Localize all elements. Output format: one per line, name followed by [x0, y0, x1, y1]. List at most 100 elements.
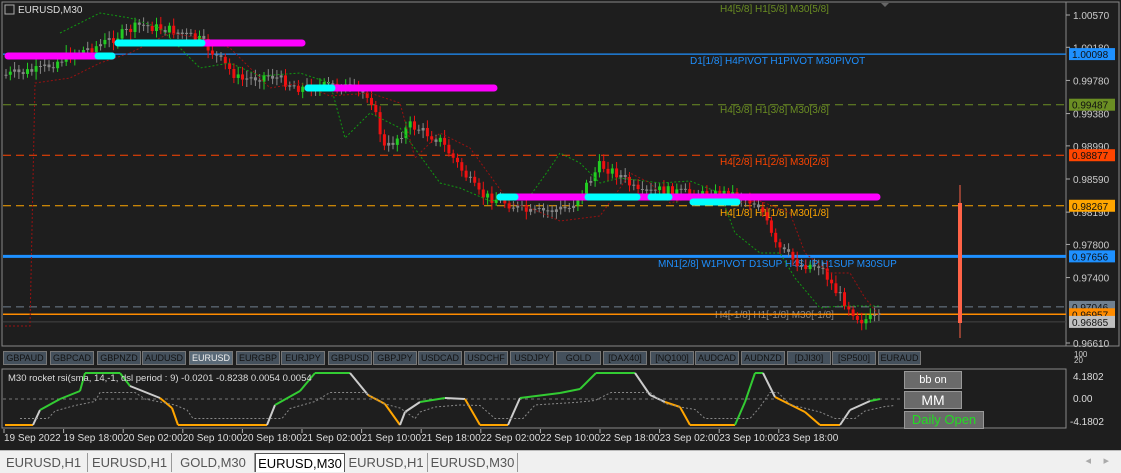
symbol-button-gbpjpy[interactable]: GBPJPY	[373, 351, 417, 365]
candle-body	[215, 54, 219, 56]
candle-body	[34, 66, 38, 72]
candle-body	[481, 189, 485, 198]
symbol-button-usdjpy[interactable]: USDJPY	[510, 351, 554, 365]
candle-body	[107, 38, 111, 40]
candle-body	[563, 206, 567, 209]
candle-body	[597, 161, 601, 173]
candle-body	[236, 74, 240, 78]
shift-marker-icon[interactable]	[881, 3, 889, 7]
chart-tab[interactable]: EURUSD,H1	[345, 453, 428, 472]
candle-body	[258, 80, 262, 82]
candle-body	[391, 142, 395, 145]
chart-tab[interactable]: EURUSD,M30	[428, 453, 518, 472]
symbol-button-eurusd[interactable]: EURUSD	[189, 351, 233, 365]
candle-body	[658, 186, 662, 191]
price-tick: 0.97800	[1073, 240, 1110, 251]
symbol-button-gold[interactable]: GOLD	[556, 351, 601, 365]
candle-body	[486, 193, 490, 198]
candle-body	[374, 104, 378, 113]
time-tick: 22 Sep 10:00	[540, 433, 600, 444]
ma-line-red	[5, 32, 881, 327]
symbol-button-gbpusd[interactable]: GBPUSD	[328, 351, 372, 365]
level-label: D1[1/8] H4PIVOT H1PIVOT M30PIVOT	[690, 56, 865, 67]
symbol-button-audcad[interactable]: AUDCAD	[695, 351, 739, 365]
candle-body	[387, 142, 391, 146]
candle-body	[425, 127, 429, 137]
candle-body	[219, 55, 223, 57]
chart-dropdown-icon[interactable]	[4, 4, 15, 15]
symbol-button-gbpaud[interactable]: GBPAUD	[3, 351, 47, 365]
ind-axis-mid: 0.00	[1073, 394, 1093, 405]
candle-body	[185, 32, 189, 34]
scroll-left-icon[interactable]: ◂	[1085, 454, 1091, 467]
symbol-button-audusd[interactable]: AUDUSD	[142, 351, 186, 365]
candle-body	[765, 212, 769, 221]
candle-body	[447, 144, 451, 154]
candle-body	[567, 208, 571, 210]
candle-body	[511, 207, 515, 209]
mm-button[interactable]: MM	[904, 391, 962, 409]
price-badge-text: 0.99487	[1072, 101, 1109, 112]
symbol-button-gbpcad[interactable]: GBPCAD	[50, 351, 94, 365]
candle-body	[146, 25, 150, 27]
chart-tab[interactable]: GOLD,M30	[172, 453, 255, 472]
candle-body	[43, 64, 47, 67]
price-tick: 0.96610	[1073, 339, 1110, 350]
candle-body	[133, 22, 137, 33]
candle-body	[47, 64, 51, 68]
candle-body	[873, 314, 877, 316]
candle-body	[60, 61, 64, 63]
candle-body	[438, 137, 442, 142]
candle-body	[795, 259, 799, 267]
scroll-right-icon[interactable]: ▸	[1103, 454, 1109, 467]
symbol-button-dji30[interactable]: [DJI30]	[787, 351, 831, 365]
symbol-button-euraud[interactable]: EURAUD	[878, 351, 921, 365]
candle-body	[150, 26, 154, 31]
candle-body	[679, 188, 683, 190]
bb-on-button[interactable]: bb on	[904, 371, 962, 389]
symbol-button-eurgbp[interactable]: EURGBP	[236, 351, 280, 365]
chart-window: H4[5/8] H1[5/8] M30[5/8] D1[1/8] H4PIVOT …	[0, 0, 1121, 450]
candle-body	[550, 210, 554, 212]
symbol-button-sp500[interactable]: [SP500]	[832, 351, 876, 365]
chart-tab[interactable]: EURUSD,H1	[0, 453, 88, 472]
symbol-button-usdchf[interactable]: USDCHF	[464, 351, 508, 365]
candle-body	[666, 186, 670, 195]
candle-body	[202, 35, 206, 39]
candle-body	[8, 71, 12, 75]
candle-body	[38, 66, 42, 68]
candle-body	[628, 176, 631, 186]
candle-body	[653, 189, 657, 191]
candle-body	[124, 28, 128, 30]
candle-body	[120, 29, 124, 39]
current-candle	[958, 203, 962, 323]
candle-body	[546, 210, 550, 212]
candle-body	[585, 182, 588, 194]
price-tick: 0.99780	[1073, 76, 1110, 87]
chart-tab[interactable]: EURUSD,H1	[88, 453, 172, 472]
candle-body	[408, 121, 412, 128]
symbol-button-dax40[interactable]: [DAX40]	[603, 351, 647, 365]
candle-body	[296, 85, 300, 92]
candle-body	[26, 69, 29, 74]
daily-open-button[interactable]: Daily Open	[904, 411, 984, 429]
candle-body	[331, 83, 335, 85]
price-badge-text: 0.98877	[1072, 151, 1109, 162]
candle-body	[838, 292, 842, 294]
symbol-button-gbpnzd[interactable]: GBPNZD	[97, 351, 141, 365]
candle-body	[17, 69, 21, 73]
chart-tab[interactable]: EURUSD,M30	[255, 453, 345, 472]
candle-body	[223, 56, 227, 64]
price-badge-text: 0.96865	[1072, 318, 1109, 329]
symbol-button-usdcad[interactable]: USDCAD	[418, 351, 462, 365]
candle-body	[395, 138, 399, 145]
candle-body	[490, 193, 494, 203]
symbol-button-eurjpy[interactable]: EURJPY	[281, 351, 325, 365]
candle-body	[434, 139, 438, 142]
symbol-button-nq100[interactable]: [NQ100]	[650, 351, 694, 365]
symbol-button-audnzd[interactable]: AUDNZD	[741, 351, 785, 365]
candle-body	[537, 207, 541, 209]
indicator-label: M30 rocket rsi(sma, 14,-1, dsl period : …	[8, 373, 312, 384]
candle-body	[232, 68, 236, 78]
candle-body	[288, 85, 292, 87]
